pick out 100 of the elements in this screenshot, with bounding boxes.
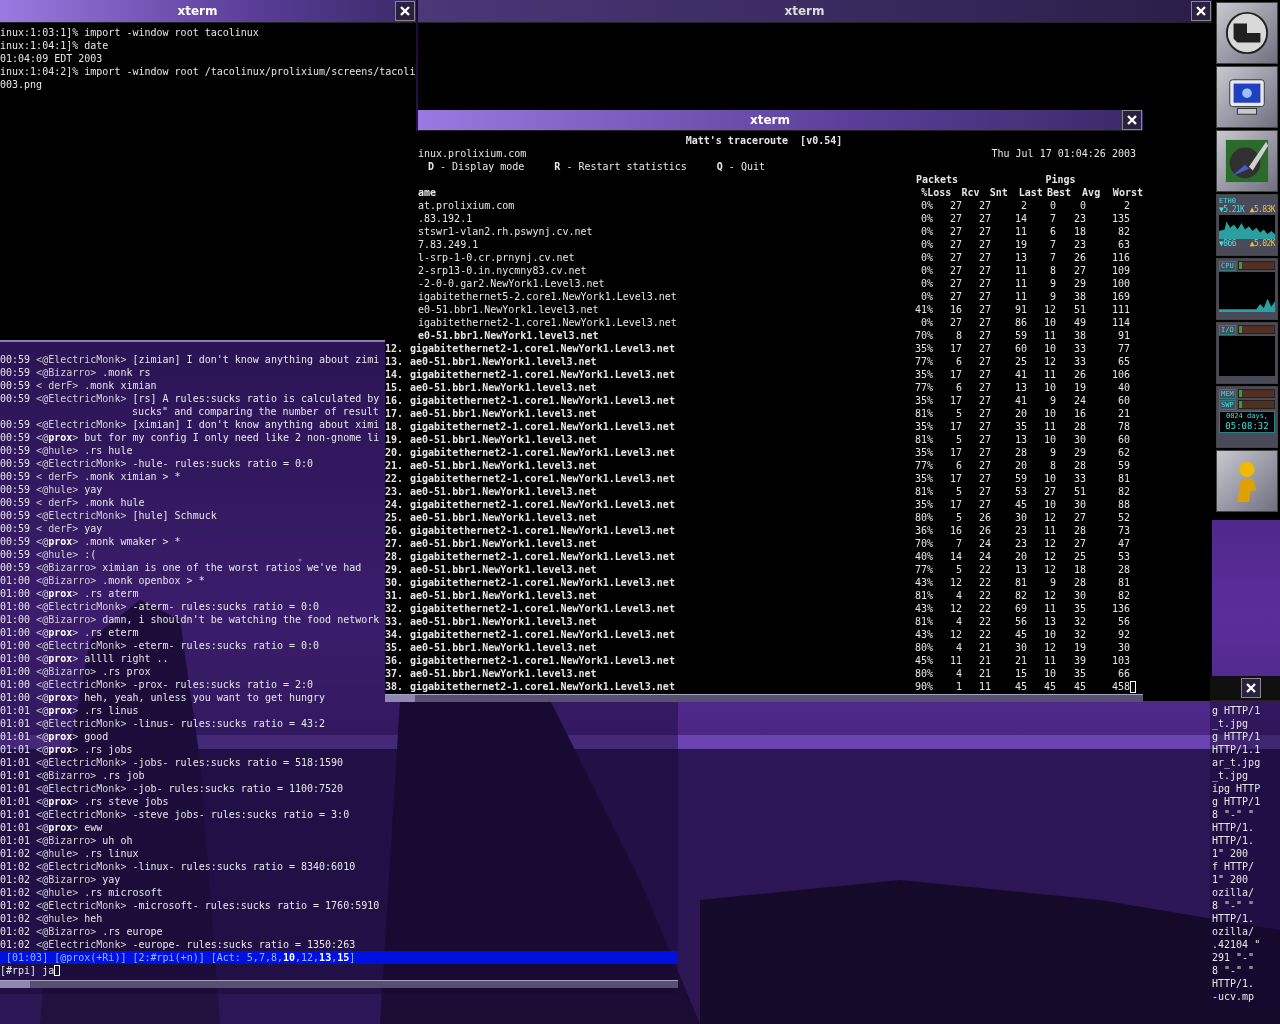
table-cell-text: 77% (913, 381, 933, 394)
table-cell-text: 21 (1116, 407, 1130, 420)
timestamp: 01:01 (0, 744, 31, 755)
hop-number: 16. (385, 394, 405, 407)
key-hint: R - Restart statistics (554, 160, 687, 173)
table-cell-text: 21 (977, 641, 991, 654)
chat-message: [hule] Schmuck (132, 510, 217, 521)
table-cell-text: 27 (1072, 511, 1086, 524)
timestamp: 01:02 (0, 926, 31, 937)
table-cell-text: 65 (1116, 355, 1130, 368)
terminal-line: ar_t.jpg (1212, 756, 1262, 769)
terminal-line: 291 "-" (1212, 951, 1256, 964)
chat-message: .monk wmaker > * (84, 536, 181, 547)
key-hint: Q - Quit (716, 160, 765, 173)
host-name: gigabitethernet2-1.core1.NewYork1.Level3.net (410, 394, 675, 407)
table-cell-text: 32 (1072, 615, 1086, 628)
hop-number: 17. (385, 407, 405, 420)
table-cell-text: 40% (913, 550, 933, 563)
table-cell-text: 18 (1072, 563, 1086, 576)
chat-message: -hule- rules:sucks ratio = 0:0 (132, 458, 314, 469)
table-cell-text: 6 (954, 355, 962, 368)
scrollbar[interactable] (0, 980, 678, 988)
close-button[interactable] (1241, 678, 1261, 698)
nickname: <@hule> (36, 445, 79, 456)
hop-number: 38. (385, 680, 405, 693)
host-name: ae0-51.bbr1.NewYork1.level3.net (410, 407, 597, 420)
column-header: Avg (1081, 186, 1101, 199)
table-cell-text: 66 (1116, 667, 1130, 680)
dock-tile[interactable] (1216, 130, 1278, 192)
close-button[interactable] (395, 1, 415, 21)
scrollbar[interactable] (385, 694, 1143, 702)
table-cell-text: 80% (913, 667, 933, 680)
table-cell-text: 30 (1072, 589, 1086, 602)
input-field[interactable]: [#rpi] ja (0, 964, 678, 977)
host-name: stswr1-vlan2.rh.pswynj.cv.net (417, 225, 593, 238)
timestamp: 00:59 (0, 419, 31, 430)
terminal-line: 1" 200 (1212, 847, 1250, 860)
table-cell-text: 27 (977, 264, 991, 277)
table-cell-text: 5 (954, 563, 962, 576)
table-cell-text: 63 (1116, 238, 1130, 251)
table-cell-text: 0% (919, 264, 933, 277)
table-cell-text: 60 (1116, 394, 1130, 407)
dock-tile[interactable] (1216, 66, 1278, 128)
table-cell-text: 59 (1116, 459, 1130, 472)
table-cell-text: 82 (1116, 485, 1130, 498)
timestamp: 01:02 (0, 874, 31, 885)
date-time: Thu Jul 17 01:04:26 2003 (991, 147, 1136, 160)
nickname: <@hule> (36, 484, 79, 495)
table-cell-text: 77% (913, 355, 933, 368)
table-cell-text: 27 (977, 394, 991, 407)
terminal-line: g HTTP/1 (1212, 795, 1262, 808)
chat-message: good (84, 731, 109, 742)
table-cell-text: 27 (977, 277, 991, 290)
column-header: ame (417, 186, 438, 199)
nickname: <@ElectricMonk> (36, 939, 127, 950)
table-cell-text: 114 (1110, 316, 1130, 329)
nickname: <@Bizarro> (36, 666, 97, 677)
table-cell-text: 81 (1116, 472, 1130, 485)
table-cell-text: 16 (948, 524, 962, 537)
terminal-line: g HTTP/1 (1212, 704, 1262, 717)
table-cell-text: 1 (954, 680, 962, 693)
table-cell-text: 106 (1110, 368, 1130, 381)
hop-number: 31. (385, 589, 405, 602)
nickname: <@prox> (36, 731, 79, 742)
dock-tile[interactable] (1216, 450, 1278, 512)
hop-number: 29. (385, 563, 405, 576)
chat-message: -eterm- rules:sucks ratio = 0:0 (132, 640, 320, 651)
host-name: igabitethernet2-1.core1.NewYork1.Level3.net (417, 316, 677, 329)
terminal-line: 01:04:09 EDT 2003 (0, 52, 104, 65)
timestamp: 01:00 (0, 679, 31, 690)
timestamp: 00:59 (0, 549, 31, 560)
hop-number: 37. (385, 667, 405, 680)
meter-bar (1237, 389, 1275, 398)
table-cell-text: 458 (1110, 680, 1130, 693)
table-cell-text: 25 (1072, 550, 1086, 563)
chat-message: ximian is one of the worst ratios we've had (102, 562, 362, 573)
close-button[interactable] (1191, 1, 1211, 21)
terminal-line: inux:1:04:2]% import -window root /tacolinux/prolixium/screens/tacoli (0, 65, 416, 78)
table-cell-text: 35 (1072, 667, 1086, 680)
close-button[interactable] (1122, 110, 1142, 130)
chat-message: .rs job (102, 770, 145, 781)
table-cell-text: 78 (1116, 420, 1130, 433)
table-cell-text: 27 (977, 459, 991, 472)
table-cell-text: 59 (1013, 472, 1027, 485)
timestamp: 01:02 (0, 861, 31, 872)
timestamp: 01:00 (0, 627, 31, 638)
table-cell-text: 0% (919, 199, 933, 212)
nickname: <@ElectricMonk> (36, 354, 127, 365)
table-cell-text: 77% (913, 563, 933, 576)
host-name: ae0-51.bbr1.NewYork1.level3.net (410, 485, 597, 498)
hop-number: 15. (385, 381, 405, 394)
table-cell-text: 136 (1110, 602, 1130, 615)
host-name: gigabitethernet2-1.core1.NewYork1.Level3.net (410, 654, 675, 667)
table-cell-text: 22 (977, 589, 991, 602)
table-cell-text: 35% (913, 420, 933, 433)
table-cell-text: 39 (1072, 654, 1086, 667)
dock-tile[interactable] (1216, 2, 1278, 64)
table-cell-text: 13 (1013, 433, 1027, 446)
table-cell-text: 27 (977, 199, 991, 212)
table-cell-text: 27 (948, 225, 962, 238)
